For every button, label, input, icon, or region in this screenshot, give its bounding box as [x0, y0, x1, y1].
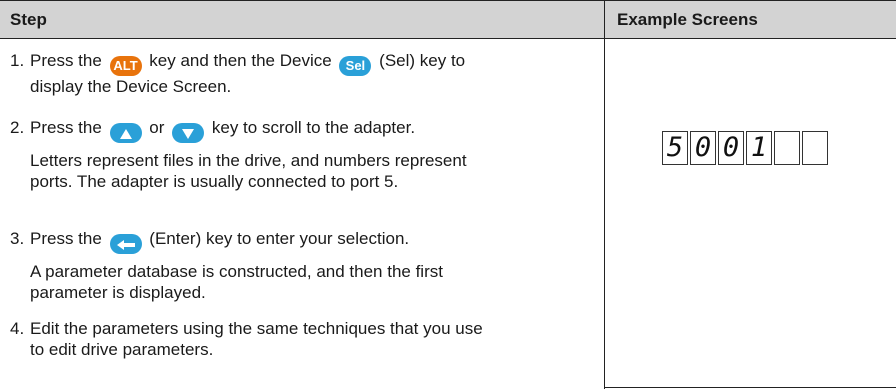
lcd-cell: 5	[662, 131, 688, 165]
lcd-cell	[774, 131, 800, 165]
lcd-cell	[802, 131, 828, 165]
lcd-display: 5 0 0 1	[662, 131, 830, 165]
enter-icon	[109, 234, 142, 254]
down-arrow-icon	[172, 123, 205, 143]
example-screens-column-header: Example Screens	[617, 10, 758, 29]
lcd-cell: 0	[690, 131, 716, 165]
up-arrow-icon	[109, 123, 142, 143]
steps-table: Step Example Screens 1. Press the ALT key…	[0, 0, 896, 389]
sel-key-icon: Sel	[339, 56, 372, 76]
step-1: 1. Press the ALT key and then the Device …	[10, 51, 466, 96]
lcd-cell: 0	[718, 131, 744, 165]
step-2-note: Letters represent files in the drive, an…	[30, 151, 467, 191]
table-header: Step Example Screens	[0, 0, 896, 39]
step-3: 3. Press the (Enter) key to enter your se…	[10, 228, 590, 254]
step-3-note: A parameter database is constructed, and…	[30, 262, 443, 302]
alt-key-icon: ALT	[109, 56, 142, 76]
step-4: 4. Edit the parameters using the same tec…	[10, 319, 483, 359]
bottom-border	[604, 387, 896, 388]
step-column-header: Step	[10, 10, 47, 29]
column-divider	[604, 0, 605, 389]
step-2: 2. Press the or key to scroll to the adap…	[10, 117, 590, 143]
lcd-cell: 1	[746, 131, 772, 165]
